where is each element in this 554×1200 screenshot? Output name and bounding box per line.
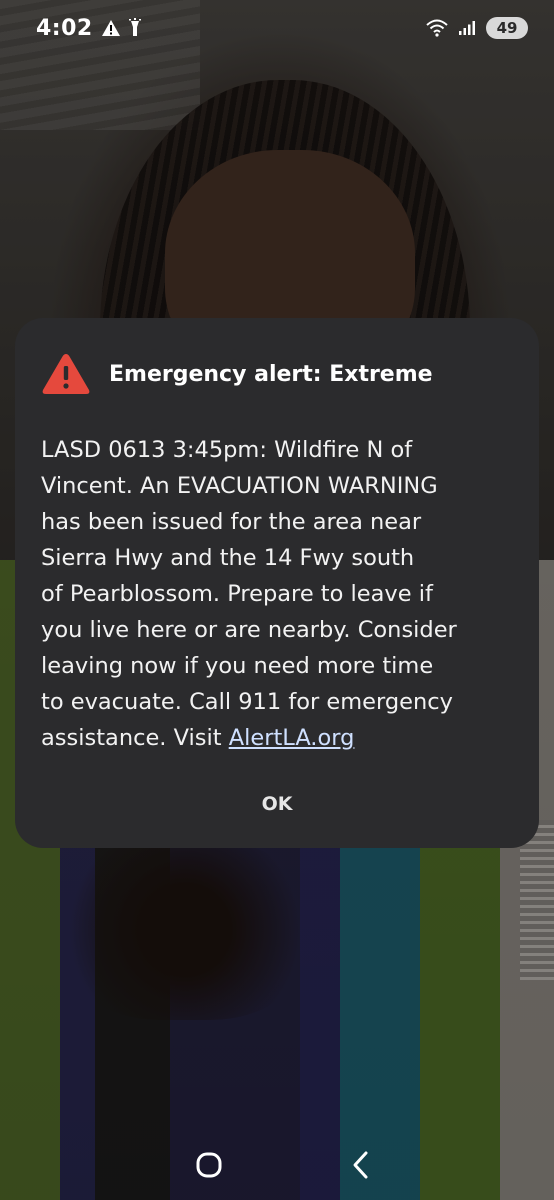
alert-message-line: Vincent. An EVACUATION WARNING <box>41 473 438 499</box>
ok-button[interactable]: OK <box>232 784 322 824</box>
alert-message-line: you live here or are nearby. Consider <box>41 617 457 643</box>
alert-message-line: assistance. Visit AlertLA.org <box>41 720 513 756</box>
alert-message: LASD 0613 3:45pm: Wildfire N of Vincent.… <box>41 432 513 756</box>
back-icon[interactable] <box>346 1148 376 1182</box>
warning-triangle-icon <box>42 354 90 394</box>
alert-message-line: to evacuate. Call 911 for emergency <box>41 689 453 715</box>
alert-message-line: LASD 0613 3:45pm: Wildfire N of <box>41 437 413 463</box>
alertla-link[interactable]: AlertLA.org <box>229 725 355 751</box>
warning-icon <box>101 20 120 36</box>
emergency-alert-dialog: Emergency alert: Extreme LASD 0613 3:45p… <box>15 318 539 848</box>
alert-message-line: has been issued for the area near <box>41 509 422 535</box>
status-time: 4:02 <box>36 15 93 41</box>
alert-header: Emergency alert: Extreme <box>41 352 513 396</box>
wifi-icon <box>426 19 448 37</box>
status-bar: 4:02 49 <box>0 0 554 56</box>
battery-level: 49 <box>486 17 528 39</box>
signal-icon <box>459 21 475 35</box>
alert-message-line: of Pearblossom. Prepare to leave if <box>41 581 433 607</box>
alert-message-line: Sierra Hwy and the 14 Fwy south <box>41 545 415 571</box>
alert-message-line: leaving now if you need more time <box>41 653 434 679</box>
home-icon[interactable] <box>192 1148 226 1182</box>
alert-message-text: assistance. Visit <box>41 725 229 751</box>
navigation-bar <box>0 1130 554 1200</box>
alert-title: Emergency alert: Extreme <box>109 361 433 387</box>
flashlight-icon <box>128 18 141 36</box>
